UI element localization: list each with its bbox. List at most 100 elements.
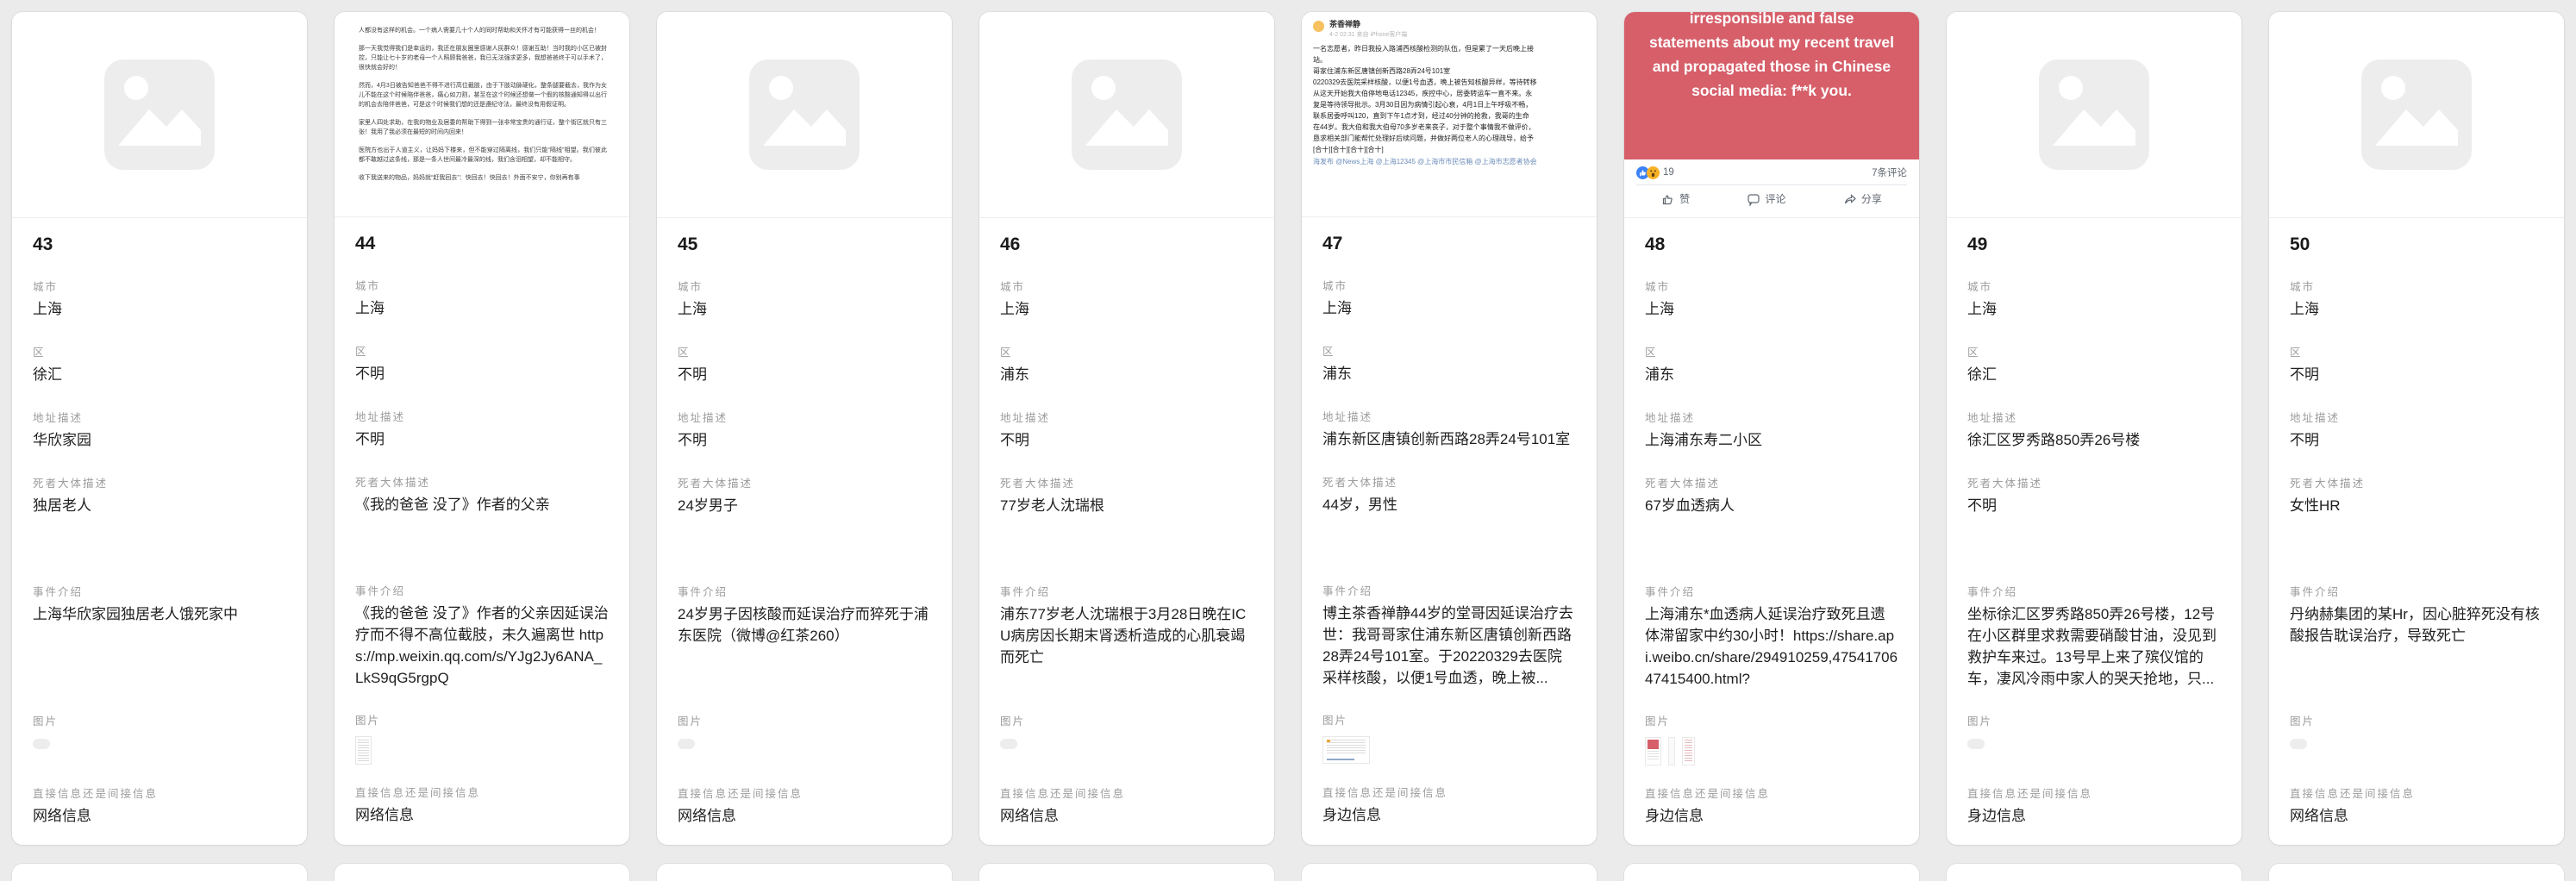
field-label-image: 图片 <box>33 715 286 728</box>
attachment-thumbnail[interactable] <box>33 739 50 749</box>
field-label-deceased: 死者大体描述 <box>1967 477 2221 490</box>
weibo-text-line: 从这天开始我大伯停地电话12345，疾控中心，居委转运车一直不来。永 <box>1313 88 1591 99</box>
next-card-row <box>12 864 2564 881</box>
record-card-47[interactable]: 茶香禅静 4-2 02:31 来自 iPhone客户端 一名志愿者，昨日我投入路… <box>1302 12 1597 845</box>
field-value-deceased: 77岁老人沈瑞根 <box>1000 495 1254 517</box>
field-value-direct: 身边信息 <box>1967 805 2221 828</box>
record-card-46[interactable]: 46 城市上海 区浦东 地址描述不明 死者大体描述77岁老人沈瑞根 事件介绍浦东… <box>979 12 1274 845</box>
field-label-image: 图片 <box>355 714 609 728</box>
article-paragraph: 人都没有这样的机会。一个病人需要几十个人的同时帮助和关怀才有可能获得一丝的机会！ <box>359 26 607 35</box>
weibo-text-line: 0220329去医院采样核酸，以便1号血透，晚上被告知核酸异样，等待转移 <box>1313 77 1591 88</box>
field-value-event: 上海浦东*血透病人延误治疗致死且遗体滞留家中约30小时！https://shar… <box>1645 603 1898 690</box>
record-card-partial[interactable] <box>1302 864 1597 881</box>
record-number: 45 <box>678 234 931 256</box>
field-value-district: 不明 <box>2290 364 2543 386</box>
field-label-image: 图片 <box>1645 715 1898 728</box>
record-card-49[interactable]: 49 城市上海 区徐汇 地址描述徐汇区罗秀路850弄26号楼 死者大体描述不明 … <box>1947 12 2241 845</box>
attachment-thumbnail-weibo[interactable] <box>1322 736 1370 764</box>
field-label-event: 事件介绍 <box>2290 585 2543 599</box>
record-card-50[interactable]: 50 城市上海 区不明 地址描述不明 死者大体描述女性HR 事件介绍丹纳赫集团的… <box>2269 12 2564 845</box>
field-value-district: 浦东 <box>1645 364 1898 386</box>
wow-reaction-icon <box>1647 166 1660 179</box>
reaction-count: 19 <box>1663 167 1674 178</box>
attachment-thumbnail-facebook[interactable] <box>1645 737 1661 765</box>
record-number: 50 <box>2290 234 2543 256</box>
card-fields: 48 城市上海 区浦东 地址描述上海浦东寿二小区 死者大体描述67岁血透病人 事… <box>1624 218 1919 845</box>
weibo-username: 茶香禅静 <box>1329 20 1407 29</box>
field-label-deceased: 死者大体描述 <box>1322 476 1576 490</box>
weibo-text-line: 哥家住浦东新区唐镇创新西路28弄24号101室 <box>1313 66 1591 77</box>
field-label-direct: 直接信息还是间接信息 <box>1322 786 1576 800</box>
card-fields: 46 城市上海 区浦东 地址描述不明 死者大体描述77岁老人沈瑞根 事件介绍浦东… <box>979 218 1274 845</box>
card-image-facebook-screenshot[interactable]: irresponsible and false statements about… <box>1624 12 1919 218</box>
field-value-direct: 身边信息 <box>1645 805 1898 828</box>
record-card-partial[interactable] <box>335 864 629 881</box>
field-value-event: 丹纳赫集团的某Hr，因心脏猝死没有核酸报告耽误治疗，导致死亡 <box>2290 603 2543 647</box>
article-paragraph: 收下我送来的物品，妈妈就“赶我回去”：快回去！快回去！外面不安宁，你别再有事 <box>359 173 607 183</box>
field-value-event: 24岁男子因核酸而延误治疗而猝死于浦东医院（微博@红茶260） <box>678 603 931 647</box>
weibo-text-line: 恳求相关部门能帮忙处理好后续问题，并做好两位老人的心理疏导，给予 <box>1313 133 1591 144</box>
field-label-address: 地址描述 <box>678 411 931 425</box>
attachment-thumbnail[interactable] <box>1668 737 1675 765</box>
card-fields: 45 城市上海 区不明 地址描述不明 死者大体描述24岁男子 事件介绍24岁男子… <box>657 218 952 845</box>
weibo-text-line: 站。 <box>1313 54 1591 66</box>
field-label-event: 事件介绍 <box>1000 585 1254 599</box>
field-label-city: 城市 <box>1645 280 1898 294</box>
attachment-thumbnail[interactable] <box>2290 739 2307 749</box>
card-image-weibo-screenshot[interactable]: 茶香禅静 4-2 02:31 来自 iPhone客户端 一名志愿者，昨日我投入路… <box>1302 12 1597 217</box>
field-value-address: 徐汇区罗秀路850弄26号楼 <box>1967 429 2221 452</box>
facebook-reaction-bar: 19 7条评论 <box>1624 159 1919 184</box>
field-value-event: 《我的爸爸 没了》作者的父亲因延误治疗而不得不高位截肢，未久遍离世 https:… <box>355 603 609 689</box>
field-value-address: 不明 <box>2290 429 2543 452</box>
facebook-like-button[interactable]: 赞 <box>1661 191 1690 206</box>
field-value-district: 徐汇 <box>33 364 286 386</box>
record-number: 43 <box>33 234 286 256</box>
weibo-header: 茶香禅静 4-2 02:31 来自 iPhone客户端 <box>1313 20 1591 39</box>
card-image-article-screenshot[interactable]: 人都没有这样的机会。一个病人需要几十个人的同时帮助和关怀才有可能获得一丝的机会！… <box>335 12 629 217</box>
attachment-thumbnail-list[interactable] <box>1682 737 1695 765</box>
field-value-direct: 网络信息 <box>1000 805 1254 828</box>
record-card-partial[interactable] <box>2269 864 2564 881</box>
record-card-partial[interactable] <box>657 864 952 881</box>
weibo-timestamp: 4-2 02:31 来自 iPhone客户端 <box>1329 31 1407 39</box>
record-card-partial[interactable] <box>1947 864 2241 881</box>
weibo-text-line: 复是等待领导批示。3月30日因为病情引起心衰，4月1日上午呼吸不畅， <box>1313 99 1591 110</box>
record-number: 48 <box>1645 234 1898 256</box>
field-value-event: 浦东77岁老人沈瑞根于3月28日晚在ICU病房因长期末肾透析造成的心肌衰竭而死亡 <box>1000 603 1254 668</box>
field-value-district: 不明 <box>355 363 609 385</box>
attachment-thumbnail[interactable] <box>1967 739 1985 749</box>
weibo-text-line: [合十][合十][合十][合十] <box>1313 144 1591 155</box>
field-label-deceased: 死者大体描述 <box>678 477 931 490</box>
field-value-deceased: 24岁男子 <box>678 495 931 517</box>
image-placeholder-icon <box>749 59 860 170</box>
article-paragraph: 然而，4月3日被告知爸爸不得不进行高位截肢，由于下肢动脉硬化，整条腿要截去，我作… <box>359 81 607 109</box>
field-value-direct: 网络信息 <box>33 805 286 828</box>
attachment-thumbnail[interactable] <box>1000 739 1017 749</box>
record-card-44[interactable]: 人都没有这样的机会。一个病人需要几十个人的同时帮助和关怀才有可能获得一丝的机会！… <box>335 12 629 845</box>
record-card-43[interactable]: 43 城市上海 区徐汇 地址描述华欣家园 死者大体描述独居老人 事件介绍上海华欣… <box>12 12 307 845</box>
field-label-city: 城市 <box>678 280 931 294</box>
field-label-image: 图片 <box>2290 715 2543 728</box>
field-label-address: 地址描述 <box>2290 411 2543 425</box>
field-label-event: 事件介绍 <box>1967 585 2221 599</box>
record-card-partial[interactable] <box>1624 864 1919 881</box>
attachment-thumbnail-document[interactable] <box>355 736 372 765</box>
field-label-deceased: 死者大体描述 <box>2290 477 2543 490</box>
record-card-45[interactable]: 45 城市上海 区不明 地址描述不明 死者大体描述24岁男子 事件介绍24岁男子… <box>657 12 952 845</box>
field-value-address: 不明 <box>355 428 609 451</box>
facebook-comment-button[interactable]: 评论 <box>1747 191 1785 206</box>
image-placeholder-icon <box>2361 59 2472 170</box>
attachment-thumbnail[interactable] <box>678 739 695 749</box>
facebook-share-button[interactable]: 分享 <box>1843 191 1882 206</box>
record-card-partial[interactable] <box>12 864 307 881</box>
field-value-city: 上海 <box>2290 298 2543 321</box>
field-label-deceased: 死者大体描述 <box>1000 477 1254 490</box>
weibo-text-line: 联系居委呼叫120，直到下午1点才到，经过40分钟的抢救，我哥的生命 <box>1313 110 1591 122</box>
record-card-partial[interactable] <box>979 864 1274 881</box>
field-label-city: 城市 <box>355 279 609 293</box>
comments-count[interactable]: 7条评论 <box>1872 166 1907 179</box>
field-value-address: 不明 <box>678 429 931 452</box>
field-label-address: 地址描述 <box>33 411 286 425</box>
card-row: 43 城市上海 区徐汇 地址描述华欣家园 死者大体描述独居老人 事件介绍上海华欣… <box>12 12 2564 845</box>
record-card-48[interactable]: irresponsible and false statements about… <box>1624 12 1919 845</box>
